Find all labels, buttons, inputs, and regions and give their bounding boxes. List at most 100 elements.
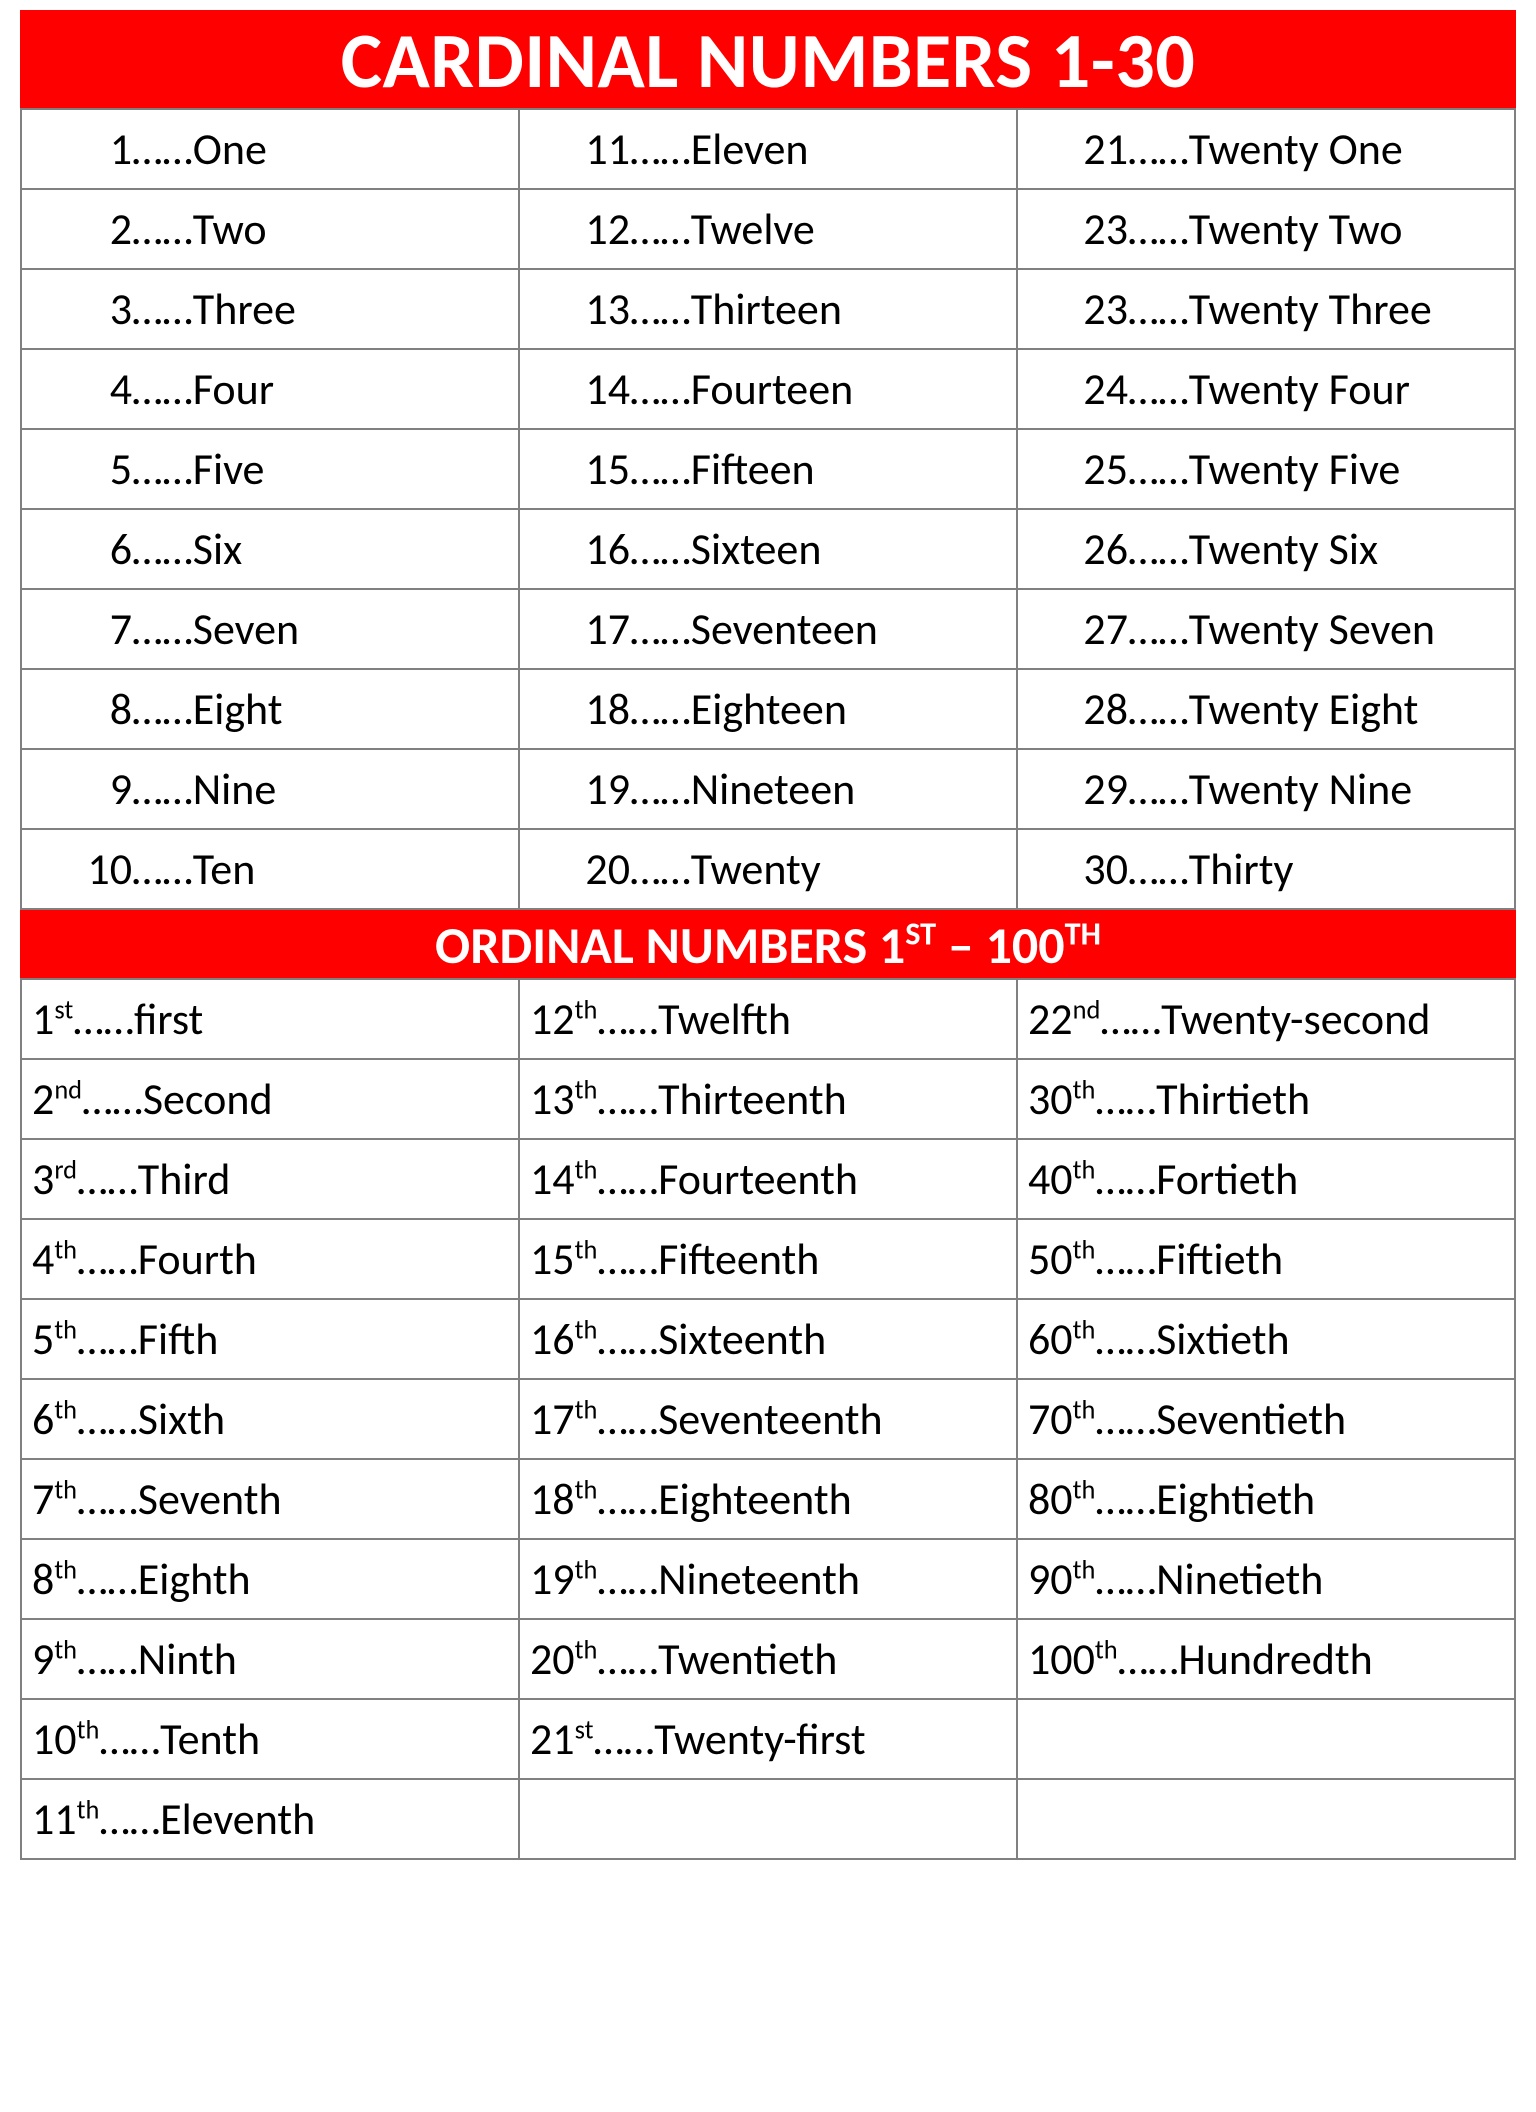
dots: ……: [77, 1152, 138, 1206]
dots: ……: [77, 1552, 138, 1606]
ordinal-cell: 80th……Eightieth: [1017, 1459, 1515, 1539]
cardinal-number: 12: [520, 202, 630, 256]
ordinal-number: 7: [32, 1472, 54, 1526]
cardinal-number: 27: [1018, 602, 1128, 656]
cardinal-number: 30: [1018, 842, 1128, 896]
dots: ……: [1095, 1232, 1156, 1286]
ordinal-number: 8: [32, 1552, 54, 1606]
ordinal-number: 6: [32, 1392, 54, 1446]
dots: ……: [1118, 1632, 1179, 1686]
cardinal-word: Eight: [193, 682, 283, 736]
cardinal-number: 16: [520, 522, 630, 576]
cardinal-number: 13: [520, 282, 630, 336]
table-row: 8th……Eighth19th……Nineteenth90th……Ninetie…: [21, 1539, 1515, 1619]
ordinal-suffix: th: [1073, 1554, 1096, 1586]
ordinal-cell: 8th……Eighth: [21, 1539, 519, 1619]
ordinal-cell: 3rd……Third: [21, 1139, 519, 1219]
ordinal-number: 2: [32, 1072, 54, 1126]
ordinal-cell: [1017, 1779, 1515, 1859]
ordinal-word: Fourth: [138, 1232, 257, 1286]
table-row: 1st……first12th……Twelfth22nd……Twenty-seco…: [21, 979, 1515, 1059]
ordinal-suffix: th: [1073, 1154, 1096, 1186]
cardinal-number: 1: [22, 122, 132, 176]
cardinal-number: 2: [22, 202, 132, 256]
dots: ……: [132, 442, 193, 496]
cardinal-number: 21: [1018, 122, 1128, 176]
dots: ……: [597, 1312, 658, 1366]
ordinal-suffix: th: [575, 1634, 598, 1666]
table-row: 1……One11……Eleven21……Twenty One: [21, 109, 1515, 189]
cardinal-word: Fourteen: [691, 362, 853, 416]
ordinal-cell: 17th……Seventeenth: [519, 1379, 1017, 1459]
cardinal-cell: 9……Nine: [21, 749, 519, 829]
ordinal-cell: 5th……Fifth: [21, 1299, 519, 1379]
cardinal-number: 29: [1018, 762, 1128, 816]
ordinal-suffix: th: [1073, 1474, 1096, 1506]
dots: ……: [630, 362, 691, 416]
ordinal-word: Second: [143, 1072, 273, 1126]
ordinal-number: 40: [1028, 1152, 1073, 1206]
cardinal-cell: 1……One: [21, 109, 519, 189]
cardinal-cell: 4……Four: [21, 349, 519, 429]
table-row: 9th……Ninth20th……Twentieth100th……Hundredt…: [21, 1619, 1515, 1699]
ordinal-word: Fortieth: [1156, 1152, 1298, 1206]
cardinal-cell: 29……Twenty Nine: [1017, 749, 1515, 829]
dots: ……: [630, 522, 691, 576]
cardinal-cell: 30……Thirty: [1017, 829, 1515, 909]
dots: ……: [132, 202, 193, 256]
ordinal-cell: 16th……Sixteenth: [519, 1299, 1017, 1379]
ordinal-word: Thirtieth: [1156, 1072, 1310, 1126]
ordinal-word: Eighth: [138, 1552, 251, 1606]
ordinal-suffix: th: [575, 1394, 598, 1426]
ordinal-number: 30: [1028, 1072, 1073, 1126]
dots: ……: [1095, 1152, 1156, 1206]
ordinal-word: Seventeenth: [658, 1392, 883, 1446]
table-row: 11th……Eleventh: [21, 1779, 1515, 1859]
ordinal-word: Tenth: [160, 1712, 260, 1766]
ordinal-word: Eleventh: [160, 1792, 315, 1846]
ordinal-number: 4: [32, 1232, 54, 1286]
table-row: 10……Ten20……Twenty30……Thirty: [21, 829, 1515, 909]
ordinal-number: 21: [530, 1712, 575, 1766]
ordinal-cell: 7th……Seventh: [21, 1459, 519, 1539]
ordinal-word: Eighteenth: [658, 1472, 852, 1526]
ordinal-number: 5: [32, 1312, 54, 1366]
cardinal-word: Two: [193, 202, 267, 256]
dots: ……: [132, 682, 193, 736]
ordinal-header-sup1: ST: [905, 913, 936, 953]
ordinal-number: 90: [1028, 1552, 1073, 1606]
dots: ……: [1128, 122, 1189, 176]
ordinal-number: 11: [32, 1792, 77, 1846]
ordinal-cell: 2nd……Second: [21, 1059, 519, 1139]
table-row: 3……Three13……Thirteen23……Twenty Three: [21, 269, 1515, 349]
dots: ……: [132, 842, 193, 896]
ordinal-suffix: th: [575, 1474, 598, 1506]
cardinal-word: Twenty Three: [1189, 282, 1432, 336]
cardinal-word: Six: [193, 522, 242, 576]
dots: ……: [132, 282, 193, 336]
ordinal-number: 18: [530, 1472, 575, 1526]
ordinal-cell: [519, 1779, 1017, 1859]
ordinal-number: 50: [1028, 1232, 1073, 1286]
dots: ……: [77, 1392, 138, 1446]
dots: ……: [77, 1232, 138, 1286]
ordinal-word: Fourteenth: [658, 1152, 858, 1206]
ordinal-header-text2: – 100: [936, 913, 1064, 977]
ordinal-word: Sixteenth: [658, 1312, 826, 1366]
cardinal-number: 23: [1018, 282, 1128, 336]
ordinal-suffix: th: [54, 1234, 77, 1266]
cardinal-cell: 26……Twenty Six: [1017, 509, 1515, 589]
cardinal-number: 26: [1018, 522, 1128, 576]
dots: ……: [1128, 522, 1189, 576]
ordinal-cell: 19th……Nineteenth: [519, 1539, 1017, 1619]
ordinal-number: 16: [530, 1312, 575, 1366]
ordinal-header-sup2: TH: [1065, 913, 1101, 953]
ordinal-cell: 20th……Twentieth: [519, 1619, 1017, 1699]
cardinal-word: Twenty Eight: [1189, 682, 1419, 736]
ordinal-number: 17: [530, 1392, 575, 1446]
ordinal-cell: 1st……first: [21, 979, 519, 1059]
table-row: 9……Nine19……Nineteen29……Twenty Nine: [21, 749, 1515, 829]
ordinal-word: Eightieth: [1156, 1472, 1315, 1526]
cardinal-word: Nineteen: [691, 762, 855, 816]
table-row: 7th……Seventh18th……Eighteenth80th……Eighti…: [21, 1459, 1515, 1539]
